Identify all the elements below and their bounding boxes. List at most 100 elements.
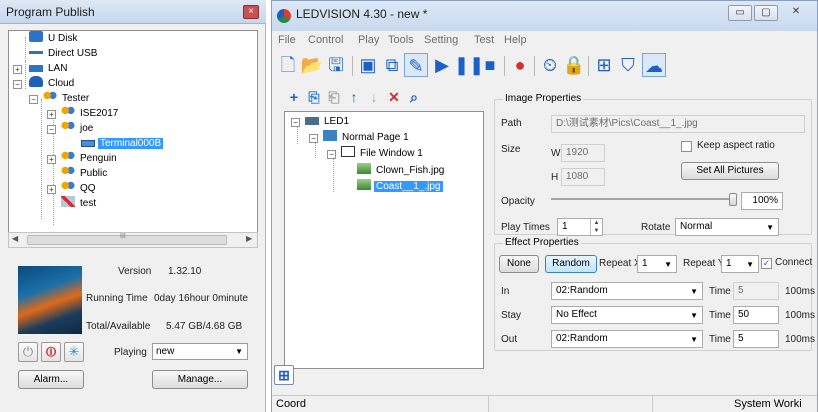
opacity-slider[interactable]	[551, 191, 737, 207]
image-file-icon	[357, 179, 371, 190]
stop-icon[interactable]: ■	[478, 53, 502, 77]
paste-icon[interactable]: ⎗	[326, 89, 342, 105]
collapse-icon[interactable]: −	[309, 134, 318, 143]
lock-icon[interactable]: 🔒	[562, 53, 586, 77]
none-effect-button[interactable]: None	[499, 255, 539, 273]
set-all-pictures-button[interactable]: Set All Pictures	[681, 162, 779, 180]
spinner-arrows-icon[interactable]: ▲ ▼	[590, 219, 602, 235]
collapse-icon[interactable]: −	[291, 118, 300, 127]
tree-item-led[interactable]: LED1	[305, 114, 351, 129]
page-tree[interactable]: − LED1 − Normal Page 1 − File Window 1 C…	[284, 111, 484, 369]
stay-time-field[interactable]: 50	[733, 306, 779, 324]
dropdown-arrow-icon: ▼	[690, 335, 698, 344]
play-icon[interactable]: ▶	[430, 53, 454, 77]
version-value: 1.32.10	[168, 266, 202, 277]
power-off-icon[interactable]: ⏻	[18, 342, 38, 362]
random-effect-button[interactable]: Random	[545, 255, 597, 273]
maximize-button[interactable]: ▢	[754, 5, 778, 21]
search-icon[interactable]: ⌕	[406, 89, 422, 105]
expand-icon[interactable]: +	[47, 155, 56, 164]
collapse-icon[interactable]: −	[29, 95, 38, 104]
new-file-icon[interactable]: 🗋	[276, 53, 300, 77]
screen-icon[interactable]: ▣	[356, 53, 380, 77]
close-window-button[interactable]: ✕	[784, 5, 808, 21]
collapse-icon[interactable]: −	[13, 80, 22, 89]
tree-item-u-disk[interactable]: U Disk	[29, 31, 79, 46]
menu-help[interactable]: Help	[504, 34, 527, 46]
menu-setting[interactable]: Setting	[424, 34, 458, 46]
keep-aspect-checkbox[interactable]	[681, 141, 692, 152]
tree-item-ise2017[interactable]: ISE2017	[61, 106, 120, 121]
expand-icon[interactable]: +	[13, 65, 22, 74]
shield-icon[interactable]: ⛉	[616, 53, 640, 77]
edit-icon[interactable]: ✎	[404, 53, 428, 77]
record-icon[interactable]: ●	[508, 53, 532, 77]
open-folder-icon[interactable]: 📂	[300, 53, 324, 77]
cloud-upload-icon[interactable]: ☁	[642, 53, 666, 77]
playing-select[interactable]: new ▼	[152, 343, 248, 360]
loading-icon[interactable]: ✳	[64, 342, 84, 362]
tree-item-file-selected[interactable]: Coast__1_.jpg	[357, 179, 443, 194]
menu-test[interactable]: Test	[474, 34, 494, 46]
menu-tools[interactable]: Tools	[388, 34, 414, 46]
tree-item-file-window[interactable]: File Window 1	[341, 146, 425, 161]
menu-control[interactable]: Control	[308, 34, 343, 46]
close-panel-button[interactable]: ×	[243, 5, 259, 19]
play-times-field[interactable]: 1 ▲ ▼	[557, 218, 603, 236]
out-time-field[interactable]: 5	[733, 330, 779, 348]
scroll-thumb[interactable]: III	[27, 233, 227, 245]
power-button-icon[interactable]: ⏼	[41, 342, 61, 362]
repeat-x-select[interactable]: 1 ▼	[637, 255, 677, 273]
settings-window-icon[interactable]: ⊞	[592, 53, 616, 77]
collapse-icon[interactable]: −	[47, 125, 56, 134]
tree-item-tester[interactable]: Tester	[43, 91, 91, 106]
opacity-field[interactable]: 100%	[741, 192, 783, 210]
move-up-icon[interactable]: ↑	[346, 89, 362, 105]
tree-item-penguin[interactable]: Penguin	[61, 151, 119, 166]
connect-checkbox[interactable]: ✓	[761, 258, 772, 269]
menu-play[interactable]: Play	[358, 34, 379, 46]
stay-label: Stay	[501, 310, 522, 321]
manage-button[interactable]: Manage...	[152, 370, 248, 389]
tree-item-qq[interactable]: QQ	[61, 181, 98, 196]
save-icon[interactable]: 🖫	[324, 53, 348, 77]
tree-item-public[interactable]: Public	[61, 166, 109, 181]
collapse-icon[interactable]: −	[327, 150, 336, 159]
tree-item-file[interactable]: Clown_Fish.jpg	[357, 163, 446, 178]
window-title-bar: LEDVISION 4.30 - new * ▭ ▢ ✕	[272, 1, 817, 31]
scroll-right-icon[interactable]: ▶	[246, 234, 252, 243]
timer-icon[interactable]: ⏲	[538, 53, 562, 77]
tree-item-test[interactable]: test	[61, 196, 98, 211]
add-icon[interactable]: +	[286, 89, 302, 105]
tree-horizontal-scrollbar[interactable]: ◀ III ▶	[8, 232, 258, 248]
pause-icon[interactable]: ❚❚	[454, 53, 484, 77]
tree-item-terminal[interactable]: Terminal000B	[81, 136, 164, 151]
expand-icon[interactable]: +	[47, 185, 56, 194]
delete-icon[interactable]: ✕	[386, 89, 402, 105]
move-down-icon[interactable]: ↓	[366, 89, 382, 105]
add-page-button[interactable]: ⊞	[274, 365, 294, 385]
tree-item-page[interactable]: Normal Page 1	[323, 130, 411, 145]
window-icon[interactable]: ⧉	[380, 53, 404, 77]
scroll-left-icon[interactable]: ◀	[12, 234, 18, 243]
slider-thumb[interactable]	[729, 193, 737, 206]
minimize-button[interactable]: ▭	[728, 5, 752, 21]
menu-bar: File Control Play Tools Setting Test Hel…	[272, 31, 817, 49]
out-effect-select[interactable]: 02:Random ▼	[551, 330, 703, 348]
copy-icon[interactable]: ⎘	[306, 89, 322, 105]
tree-item-joe[interactable]: joe	[61, 121, 95, 136]
expand-icon[interactable]: +	[47, 110, 56, 119]
in-effect-select[interactable]: 02:Random ▼	[551, 282, 703, 300]
rotate-select[interactable]: Normal ▼	[675, 218, 779, 236]
storage-label: Total/Available	[86, 321, 151, 332]
device-tree[interactable]: U Disk Direct USB + LAN − Cloud − Tester…	[8, 30, 258, 248]
menu-file[interactable]: File	[278, 34, 296, 46]
tree-item-cloud[interactable]: Cloud	[29, 76, 76, 91]
stay-effect-select[interactable]: No Effect ▼	[551, 306, 703, 324]
tree-item-direct-usb[interactable]: Direct USB	[29, 46, 99, 61]
height-label: H	[551, 172, 559, 183]
tree-item-lan[interactable]: LAN	[29, 61, 69, 76]
alarm-button[interactable]: Alarm...	[18, 370, 84, 389]
repeat-y-select[interactable]: 1 ▼	[721, 255, 759, 273]
storage-value: 5.47 GB/4.68 GB	[166, 321, 243, 332]
